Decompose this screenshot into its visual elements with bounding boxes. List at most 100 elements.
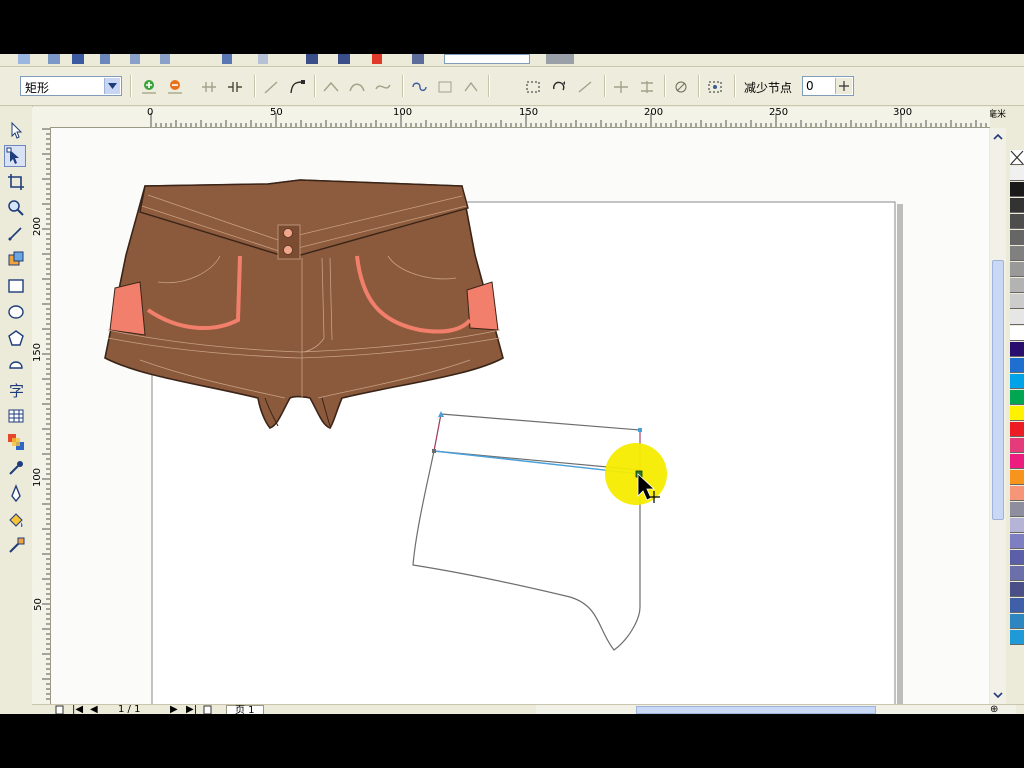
- redo-icon[interactable]: [258, 54, 268, 64]
- zoom-tool-icon[interactable]: [6, 198, 26, 218]
- table-tool-icon[interactable]: [6, 406, 26, 426]
- color-swatch[interactable]: [1010, 518, 1024, 533]
- delete-node-icon[interactable]: [166, 79, 184, 95]
- freehand-tool-icon[interactable]: [6, 224, 26, 244]
- undo-icon[interactable]: [222, 54, 232, 64]
- color-swatch[interactable]: [1010, 214, 1024, 229]
- color-swatch[interactable]: [1010, 182, 1024, 197]
- color-swatch[interactable]: [1010, 374, 1024, 389]
- rotate-nodes-icon[interactable]: [550, 79, 568, 95]
- page-tab[interactable]: 页 1: [226, 705, 264, 714]
- text-tool-icon[interactable]: 字: [6, 380, 26, 400]
- add-node-icon[interactable]: [140, 79, 158, 95]
- node-handle[interactable]: [432, 449, 436, 453]
- pick-tool-icon[interactable]: [6, 120, 26, 140]
- to-curve-icon[interactable]: [288, 79, 306, 95]
- export-icon[interactable]: [338, 54, 350, 64]
- color-swatch[interactable]: [1010, 230, 1024, 245]
- import-icon[interactable]: [306, 54, 318, 64]
- color-swatch[interactable]: [1010, 598, 1024, 613]
- scroll-down-icon[interactable]: [991, 690, 1005, 700]
- color-swatch[interactable]: [1010, 630, 1024, 645]
- color-swatch[interactable]: [1010, 454, 1024, 469]
- smart-fill-tool-icon[interactable]: [6, 250, 26, 270]
- shape-tool-button[interactable]: [4, 145, 26, 167]
- polygon-tool-icon[interactable]: [6, 328, 26, 348]
- save-icon[interactable]: [72, 54, 84, 64]
- prev-page-icon[interactable]: ◀: [90, 705, 98, 714]
- extract-subpath-icon[interactable]: [462, 79, 480, 95]
- welcome-icon[interactable]: [412, 54, 424, 64]
- cusp-node-icon[interactable]: [322, 79, 340, 95]
- app-launcher-icon[interactable]: [372, 54, 382, 64]
- align-nodes-h-icon[interactable]: [612, 79, 630, 95]
- cut-icon[interactable]: [130, 54, 140, 64]
- vertical-scroll-thumb[interactable]: [992, 260, 1004, 520]
- break-curve-icon[interactable]: [226, 79, 244, 95]
- interactive-fill-tool-icon[interactable]: [6, 536, 26, 556]
- reduce-nodes-spinbox[interactable]: 0: [802, 76, 854, 96]
- last-page-icon[interactable]: ▶|: [186, 705, 197, 714]
- page-add-icon[interactable]: [54, 705, 66, 714]
- stretch-nodes-icon[interactable]: [576, 79, 594, 95]
- elastic-mode-icon[interactable]: [672, 79, 690, 95]
- shape-type-select[interactable]: 矩形: [20, 76, 122, 96]
- reverse-direction-icon[interactable]: [410, 79, 428, 95]
- horizontal-scroll-thumb[interactable]: [636, 706, 876, 714]
- color-swatch[interactable]: [1010, 566, 1024, 581]
- color-swatch[interactable]: [1010, 486, 1024, 501]
- rectangle-tool-icon[interactable]: [6, 276, 26, 296]
- select-all-nodes-icon[interactable]: [706, 79, 724, 95]
- color-swatch[interactable]: [1010, 166, 1024, 181]
- print-icon[interactable]: [100, 54, 110, 64]
- smooth-node-icon[interactable]: [348, 79, 366, 95]
- color-swatch[interactable]: [1010, 550, 1024, 565]
- color-swatch[interactable]: [1010, 310, 1024, 325]
- color-swatch[interactable]: [1010, 582, 1024, 597]
- outline-tool-icon[interactable]: [6, 484, 26, 504]
- color-swatch[interactable]: [1010, 534, 1024, 549]
- first-page-icon[interactable]: |◀: [72, 705, 83, 714]
- fill-tool-icon[interactable]: [6, 510, 26, 530]
- zoom-nav-icon[interactable]: ⊕: [990, 705, 998, 714]
- vertical-ruler[interactable]: 200 150 100 50: [32, 127, 51, 704]
- new-icon[interactable]: [18, 54, 30, 64]
- to-line-icon[interactable]: [262, 79, 280, 95]
- scroll-up-icon[interactable]: [991, 132, 1005, 142]
- color-swatch[interactable]: [1010, 422, 1024, 437]
- color-swatch[interactable]: [1010, 470, 1024, 485]
- color-swatch[interactable]: [1010, 502, 1024, 517]
- color-swatch[interactable]: [1010, 278, 1024, 293]
- join-nodes-icon[interactable]: [200, 79, 218, 95]
- page-add-after-icon[interactable]: [202, 705, 214, 714]
- color-swatch[interactable]: [1010, 294, 1024, 309]
- color-swatch[interactable]: [1010, 358, 1024, 373]
- basic-shapes-tool-icon[interactable]: [6, 354, 26, 374]
- drawing-canvas[interactable]: [51, 128, 989, 704]
- ruler-origin[interactable]: [32, 107, 51, 128]
- spinner-icon[interactable]: [835, 78, 852, 94]
- color-swatch[interactable]: [1010, 438, 1024, 453]
- eyedropper-tool-icon[interactable]: [6, 458, 26, 478]
- vertical-scrollbar[interactable]: [990, 128, 1006, 704]
- no-color-swatch[interactable]: [1010, 150, 1024, 165]
- color-swatch[interactable]: [1010, 326, 1024, 341]
- crop-tool-icon[interactable]: [6, 172, 26, 192]
- align-nodes-v-icon[interactable]: [638, 79, 656, 95]
- color-swatch[interactable]: [1010, 390, 1024, 405]
- color-swatch[interactable]: [1010, 406, 1024, 421]
- extend-curve-icon[interactable]: [436, 79, 454, 95]
- color-swatch[interactable]: [1010, 262, 1024, 277]
- color-swatch[interactable]: [1010, 198, 1024, 213]
- color-swatch[interactable]: [1010, 342, 1024, 357]
- open-icon[interactable]: [48, 54, 60, 64]
- chevron-down-icon[interactable]: [104, 78, 120, 94]
- snap-to-dropdown[interactable]: [546, 54, 574, 64]
- zoom-level-field[interactable]: [444, 54, 530, 64]
- color-swatch[interactable]: [1010, 614, 1024, 629]
- color-swatch[interactable]: [1010, 246, 1024, 261]
- auto-close-icon[interactable]: [524, 79, 542, 95]
- ellipse-tool-icon[interactable]: [6, 302, 26, 322]
- node-handle[interactable]: [638, 428, 642, 432]
- horizontal-ruler[interactable]: 0 50 100 150 200 250 300: [50, 107, 990, 128]
